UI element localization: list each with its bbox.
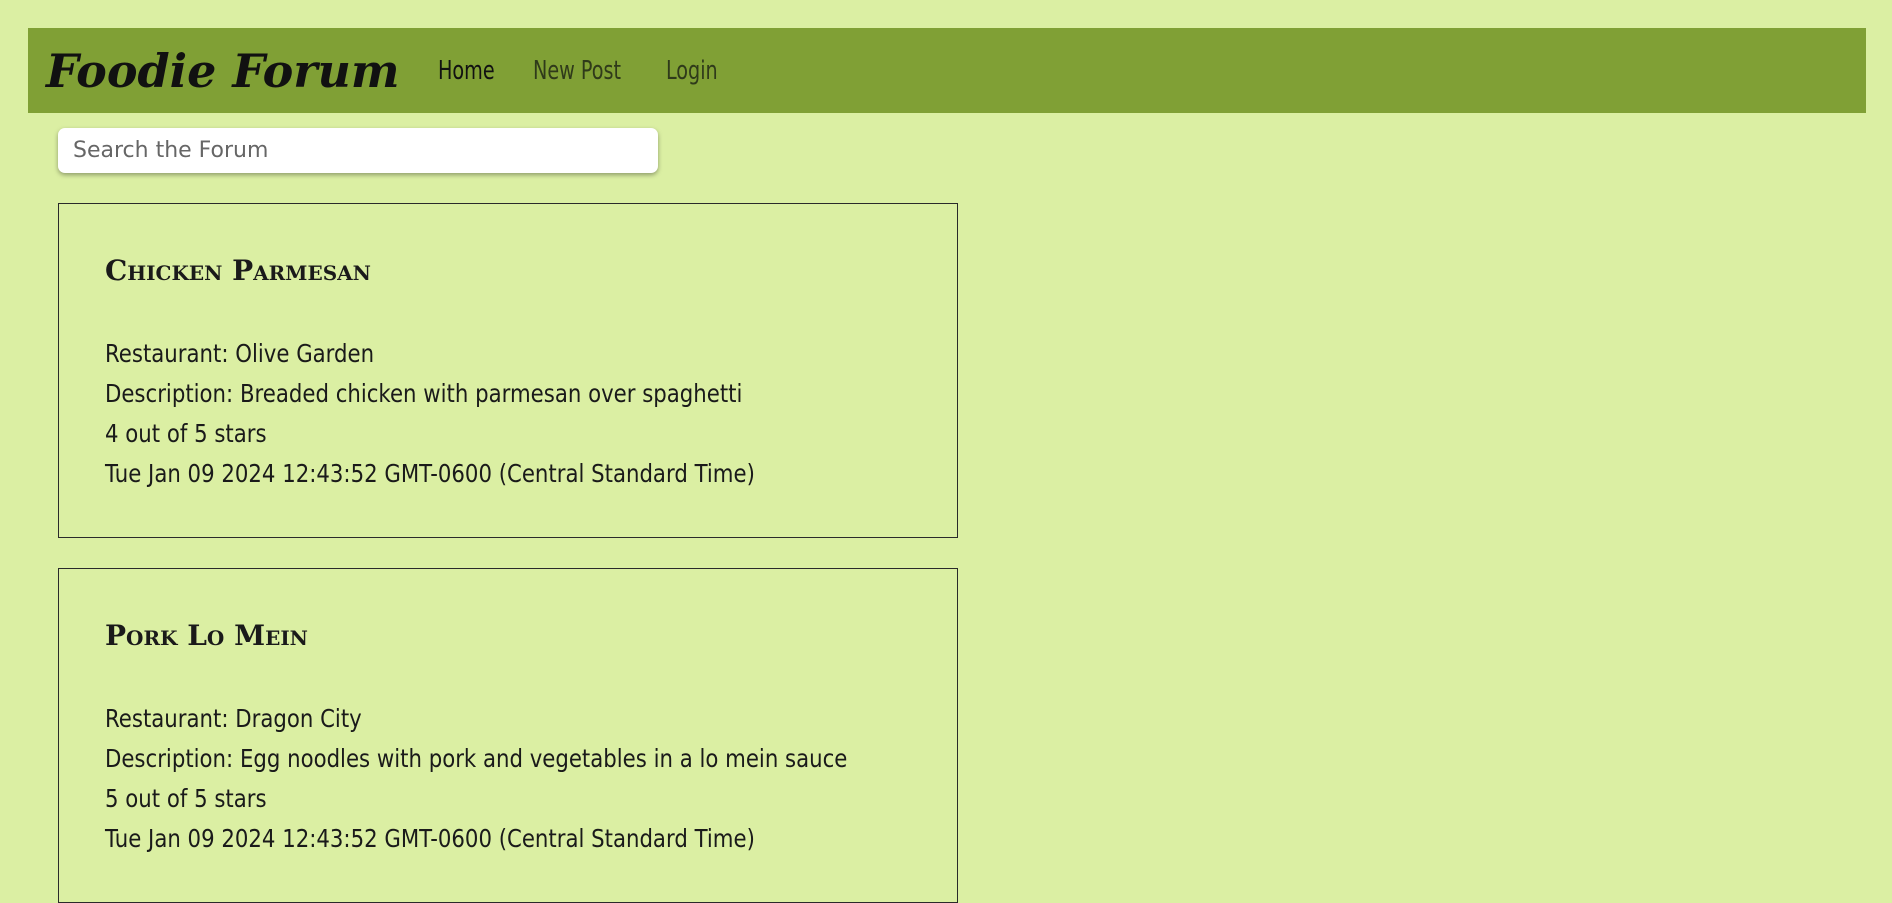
post-rating: 4 out of 5 stars [105, 419, 267, 448]
post-restaurant: Restaurant: Olive Garden [105, 339, 375, 368]
navbar: Foodie Forum Home New Post Login [28, 28, 1866, 113]
post-card: Pork Lo Mein Restaurant: Dragon City Des… [58, 568, 958, 903]
post-title: Chicken Parmesan [105, 254, 371, 287]
post-description: Description: Breaded chicken with parmes… [105, 379, 743, 408]
post-details: Restaurant: Dragon City Description: Egg… [105, 699, 978, 859]
post-card: Chicken Parmesan Restaurant: Olive Garde… [58, 203, 958, 538]
nav-new-post-link[interactable]: New Post [533, 56, 621, 86]
post-restaurant: Restaurant: Dragon City [105, 704, 362, 733]
brand-logo[interactable]: Foodie Forum [46, 44, 400, 98]
post-details: Restaurant: Olive Garden Description: Br… [105, 334, 870, 494]
search-input[interactable] [58, 128, 658, 173]
nav-login-link[interactable]: Login [666, 56, 718, 86]
post-date: Tue Jan 09 2024 12:43:52 GMT-0600 (Centr… [105, 459, 755, 488]
post-rating: 5 out of 5 stars [105, 784, 267, 813]
post-title: Pork Lo Mein [105, 619, 308, 652]
nav-home-link[interactable]: Home [438, 56, 495, 86]
post-date: Tue Jan 09 2024 12:43:52 GMT-0600 (Centr… [105, 824, 755, 853]
post-description: Description: Egg noodles with pork and v… [105, 744, 848, 773]
